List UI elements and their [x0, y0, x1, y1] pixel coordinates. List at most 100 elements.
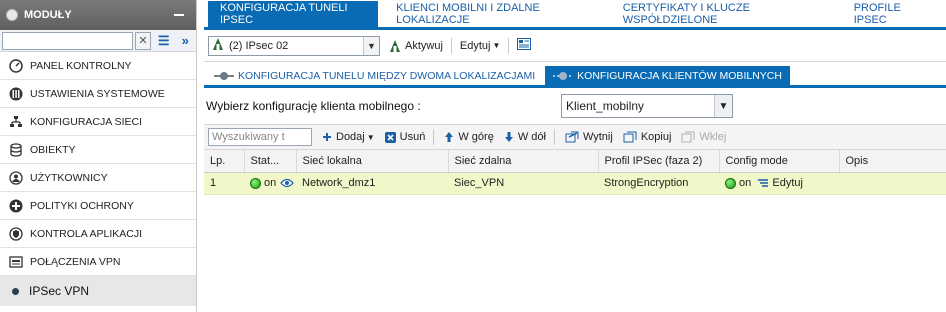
eye-icon[interactable]: [280, 178, 295, 188]
rules-toolbar: Wyszukiwany t Dodaj ▼ Usuń W górę W dół …: [204, 124, 946, 150]
mobile-config-select[interactable]: Klient_mobilny ▼: [561, 94, 733, 118]
cut-icon: [565, 131, 579, 143]
sidebar-search-input[interactable]: [2, 31, 133, 50]
cell-local-network: Network_dmz1: [296, 172, 448, 195]
column-header-lp[interactable]: Lp.: [204, 150, 245, 173]
sidebar: MODUŁY ✕ ☰ » PANEL KONTROLNY USTAWIENIA …: [0, 0, 197, 312]
status-text: on: [264, 177, 277, 189]
column-header-ipsec-profile[interactable]: Profil IPSec (faza 2): [598, 150, 720, 173]
subtab-mobile-clients[interactable]: KONFIGURACJA KLIENTÓW MOBILNYCH: [545, 66, 790, 85]
tab-certyfikaty[interactable]: CERTYFIKATY I KLUCZE WSPÓŁDZIELONE: [611, 1, 836, 27]
details-button[interactable]: [517, 38, 532, 53]
sidebar-subitem-label: IPSec VPN: [29, 284, 90, 298]
toolbar-divider: [508, 37, 510, 54]
remove-button[interactable]: Usuń: [384, 131, 426, 143]
chevron-down-icon[interactable]: ▼: [363, 36, 379, 55]
policy-icon: [8, 198, 24, 214]
edit-config-link[interactable]: Edytuj: [772, 177, 803, 189]
activate-button[interactable]: Aktywuj: [388, 39, 443, 53]
sidebar-subitem-ipsec-vpn[interactable]: IPSec VPN: [0, 276, 196, 306]
module-dot-icon: [6, 9, 18, 21]
main-panel: KONFIGURACJA TUNELI IPSEC KLIENCI MOBILN…: [204, 0, 946, 312]
add-button[interactable]: Dodaj ▼: [322, 131, 375, 143]
status-on-icon: [725, 177, 736, 189]
sidebar-item-konfiguracja-sieci[interactable]: KONFIGURACJA SIECI: [0, 108, 196, 136]
column-header-config-mode[interactable]: Config mode: [719, 150, 840, 173]
sidebar-item-label: KONFIGURACJA SIECI: [30, 115, 143, 128]
edit-label: Edytuj: [459, 39, 491, 52]
tab-profile-ipsec[interactable]: PROFILE IPSEC: [842, 1, 940, 27]
sidebar-item-polaczenia-vpn[interactable]: POŁĄCZENIA VPN: [0, 248, 196, 276]
paste-label: Wklej: [699, 131, 727, 143]
cell-config-mode[interactable]: on Edytuj: [719, 172, 839, 195]
sidebar-search: ✕ ☰ »: [0, 30, 196, 52]
sidebar-item-ustawienia-systemowe[interactable]: USTAWIENIA SYSTEMOWE: [0, 80, 196, 108]
sidebar-item-label: KONTROLA APLIKACJI: [30, 227, 143, 240]
chevron-down-icon[interactable]: ▼: [714, 95, 732, 117]
details-icon: [517, 38, 532, 53]
list-view-icon[interactable]: ☰: [155, 32, 173, 50]
column-header-description[interactable]: Opis: [839, 150, 946, 173]
bullet-icon: [12, 287, 19, 295]
sidebar-item-kontrola-aplikacji[interactable]: KONTROLA APLIKACJI: [0, 220, 196, 248]
network-icon: [8, 114, 24, 130]
toolbar-divider: [433, 129, 435, 145]
tunnel-icon: [214, 71, 234, 81]
activate-label: Aktywuj: [405, 39, 443, 52]
cut-label: Wytnij: [582, 131, 613, 143]
copy-icon: [623, 131, 637, 143]
sidebar-item-polityki-ochrony[interactable]: POLITYKI OCHRONY: [0, 192, 196, 220]
clear-search-icon[interactable]: ✕: [135, 31, 151, 50]
sidebar-item-uzytkownicy[interactable]: UŻYTKOWNICY: [0, 164, 196, 192]
arrow-up-icon: [444, 131, 454, 143]
database-icon: [8, 142, 24, 158]
plus-icon: [322, 132, 332, 142]
cell-status[interactable]: on: [244, 172, 296, 195]
user-icon: [8, 170, 24, 186]
sidebar-header[interactable]: MODUŁY: [0, 0, 196, 30]
policy-select[interactable]: (2) IPsec 02 ▼: [208, 35, 380, 56]
paste-button[interactable]: Wklej: [681, 131, 726, 143]
edit-menu-button[interactable]: Edytuj ▼: [460, 40, 501, 52]
gauge-icon: [8, 58, 24, 74]
column-header-status[interactable]: Stat...: [244, 150, 297, 173]
arrow-down-icon: [504, 131, 514, 143]
remove-label: Usuń: [399, 131, 426, 143]
column-header-local-network[interactable]: Sieć lokalna: [296, 150, 449, 173]
rules-search-input[interactable]: Wyszukiwany t: [208, 128, 312, 146]
move-up-button[interactable]: W górę: [444, 131, 494, 143]
table-row[interactable]: 1 on Network_dmz1 Siec_VPN StrongEncrypt…: [204, 172, 946, 195]
column-header-remote-network[interactable]: Sieć zdalna: [448, 150, 599, 173]
policy-select-value: (2) IPsec 02: [229, 39, 289, 52]
cut-button[interactable]: Wytnij: [565, 131, 613, 143]
sidebar-item-label: USTAWIENIA SYSTEMOWE: [30, 87, 165, 100]
policy-toolbar: (2) IPsec 02 ▼ Aktywuj Edytuj ▼: [204, 30, 946, 62]
toolbar-divider: [553, 129, 555, 145]
dropdown-caret-icon: ▼: [366, 132, 375, 142]
mobile-config-row: Wybierz konfigurację klienta mobilnego :…: [204, 88, 946, 124]
paste-icon: [681, 131, 695, 143]
copy-label: Kopiuj: [640, 131, 672, 143]
delete-icon: [384, 131, 396, 143]
vpn-icon: [8, 254, 24, 270]
sidebar-item-obiekty[interactable]: OBIEKTY: [0, 136, 196, 164]
policy-profile-icon: [211, 37, 227, 54]
tab-konfiguracja-tuneli[interactable]: KONFIGURACJA TUNELI IPSEC: [208, 1, 379, 27]
sidebar-item-panel-kontrolny[interactable]: PANEL KONTROLNY: [0, 52, 196, 80]
move-up-label: W górę: [458, 131, 494, 143]
collapse-icon[interactable]: [174, 14, 184, 16]
expand-icon[interactable]: »: [177, 32, 195, 50]
move-down-button[interactable]: W dół: [504, 131, 546, 143]
status-on-icon: [250, 177, 261, 189]
tab-klienci-mobilni[interactable]: KLIENCI MOBILNI I ZDALNE LOKALIZACJE: [384, 1, 605, 27]
sidebar-item-label: UŻYTKOWNICY: [30, 171, 108, 184]
subtab-label: KONFIGURACJA KLIENTÓW MOBILNYCH: [577, 69, 782, 82]
sidebar-item-label: OBIEKTY: [30, 143, 76, 156]
tunnel-icon: [553, 71, 574, 81]
main-tabs: KONFIGURACJA TUNELI IPSEC KLIENCI MOBILN…: [204, 0, 946, 30]
sliders-icon: [8, 86, 24, 102]
shield-icon: [8, 226, 24, 242]
subtab-site-to-site[interactable]: KONFIGURACJA TUNELU MIĘDZY DWOMA LOKALIZ…: [206, 66, 543, 85]
copy-button[interactable]: Kopiuj: [623, 131, 672, 143]
sub-tabs: KONFIGURACJA TUNELU MIĘDZY DWOMA LOKALIZ…: [204, 66, 946, 88]
